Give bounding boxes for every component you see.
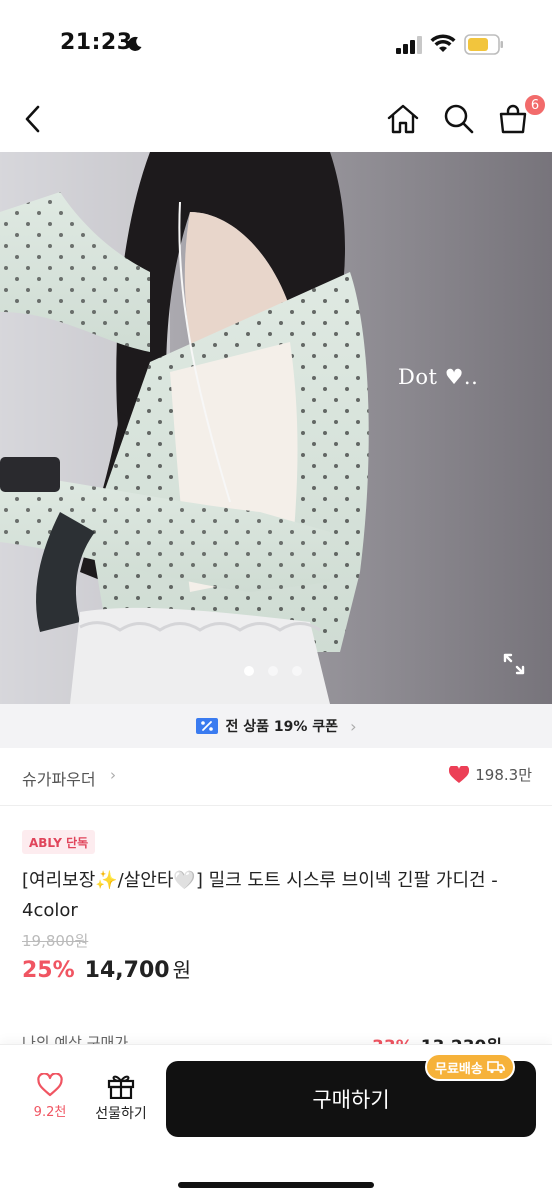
carousel-dot[interactable]	[244, 666, 254, 676]
brand-like-count: 198.3만	[475, 766, 532, 784]
heart-outline-icon	[37, 1073, 63, 1097]
cart-count-badge: 6	[524, 94, 546, 116]
sale-price-value: 14,700	[84, 958, 170, 983]
exclusive-badge: ABLY 단독	[22, 830, 96, 854]
expand-icon[interactable]	[502, 652, 526, 676]
coupon-icon	[195, 718, 218, 734]
wishlist-count: 9.2천	[33, 1105, 67, 1120]
gift-label: 선물하기	[95, 1106, 147, 1122]
moon-icon	[128, 36, 142, 51]
free-shipping-label: 무료배송	[435, 1061, 483, 1077]
chevron-right-icon: ›	[110, 766, 116, 784]
original-price: 19,800원	[22, 932, 89, 950]
hero-caption: Dot ♥..	[398, 365, 479, 389]
coupon-banner[interactable]: 전 상품 19% 쿠폰 ›	[0, 704, 552, 748]
discount-rate: 25%	[22, 958, 75, 983]
brand-like-button[interactable]: 198.3만	[449, 764, 532, 785]
battery-icon	[464, 34, 503, 55]
gift-button[interactable]: 선물하기	[88, 1073, 154, 1123]
status-time: 21:23	[60, 30, 133, 55]
back-icon	[25, 105, 40, 133]
free-shipping-badge: 무료배송	[425, 1053, 515, 1081]
wifi-icon	[430, 34, 456, 52]
home-icon	[387, 104, 419, 134]
wishlist-button[interactable]: 9.2천	[24, 1073, 76, 1120]
product-image-carousel[interactable]: Dot ♥..	[0, 152, 552, 704]
brand-name[interactable]: 슈가파우더	[22, 766, 96, 790]
gift-icon	[107, 1075, 135, 1099]
carousel-dot[interactable]	[292, 666, 302, 676]
carousel-indicator	[244, 666, 302, 676]
status-bar: 21:23	[0, 0, 552, 86]
cart-button[interactable]: 6	[494, 94, 546, 138]
price-unit: 원	[172, 958, 191, 982]
home-indicator	[178, 1182, 374, 1188]
heart-icon	[449, 765, 470, 783]
search-icon	[444, 104, 474, 134]
brand-row: 슈가파우더 › 198.3만	[0, 748, 552, 806]
chevron-right-icon: ›	[350, 716, 357, 736]
sale-price: 14,700 원	[85, 954, 191, 983]
search-button[interactable]	[440, 100, 478, 138]
carousel-dot[interactable]	[268, 666, 278, 676]
truck-icon	[487, 1061, 505, 1074]
home-button[interactable]	[384, 100, 422, 138]
product-title: [여리보장✨/살안타🤍] 밀크 도트 시스루 브이넥 긴팔 가디건 - 4col…	[22, 870, 498, 921]
coupon-text: 전 상품 19% 쿠폰	[225, 719, 339, 735]
back-button[interactable]	[14, 100, 52, 138]
price-row: 25% 14,700 원	[22, 954, 191, 983]
product-photo	[0, 152, 552, 704]
nav-bar: 6	[0, 86, 552, 152]
signal-icon	[396, 36, 422, 54]
bottom-action-bar: 9.2천 선물하기 구매하기 무료배송	[0, 1044, 552, 1200]
